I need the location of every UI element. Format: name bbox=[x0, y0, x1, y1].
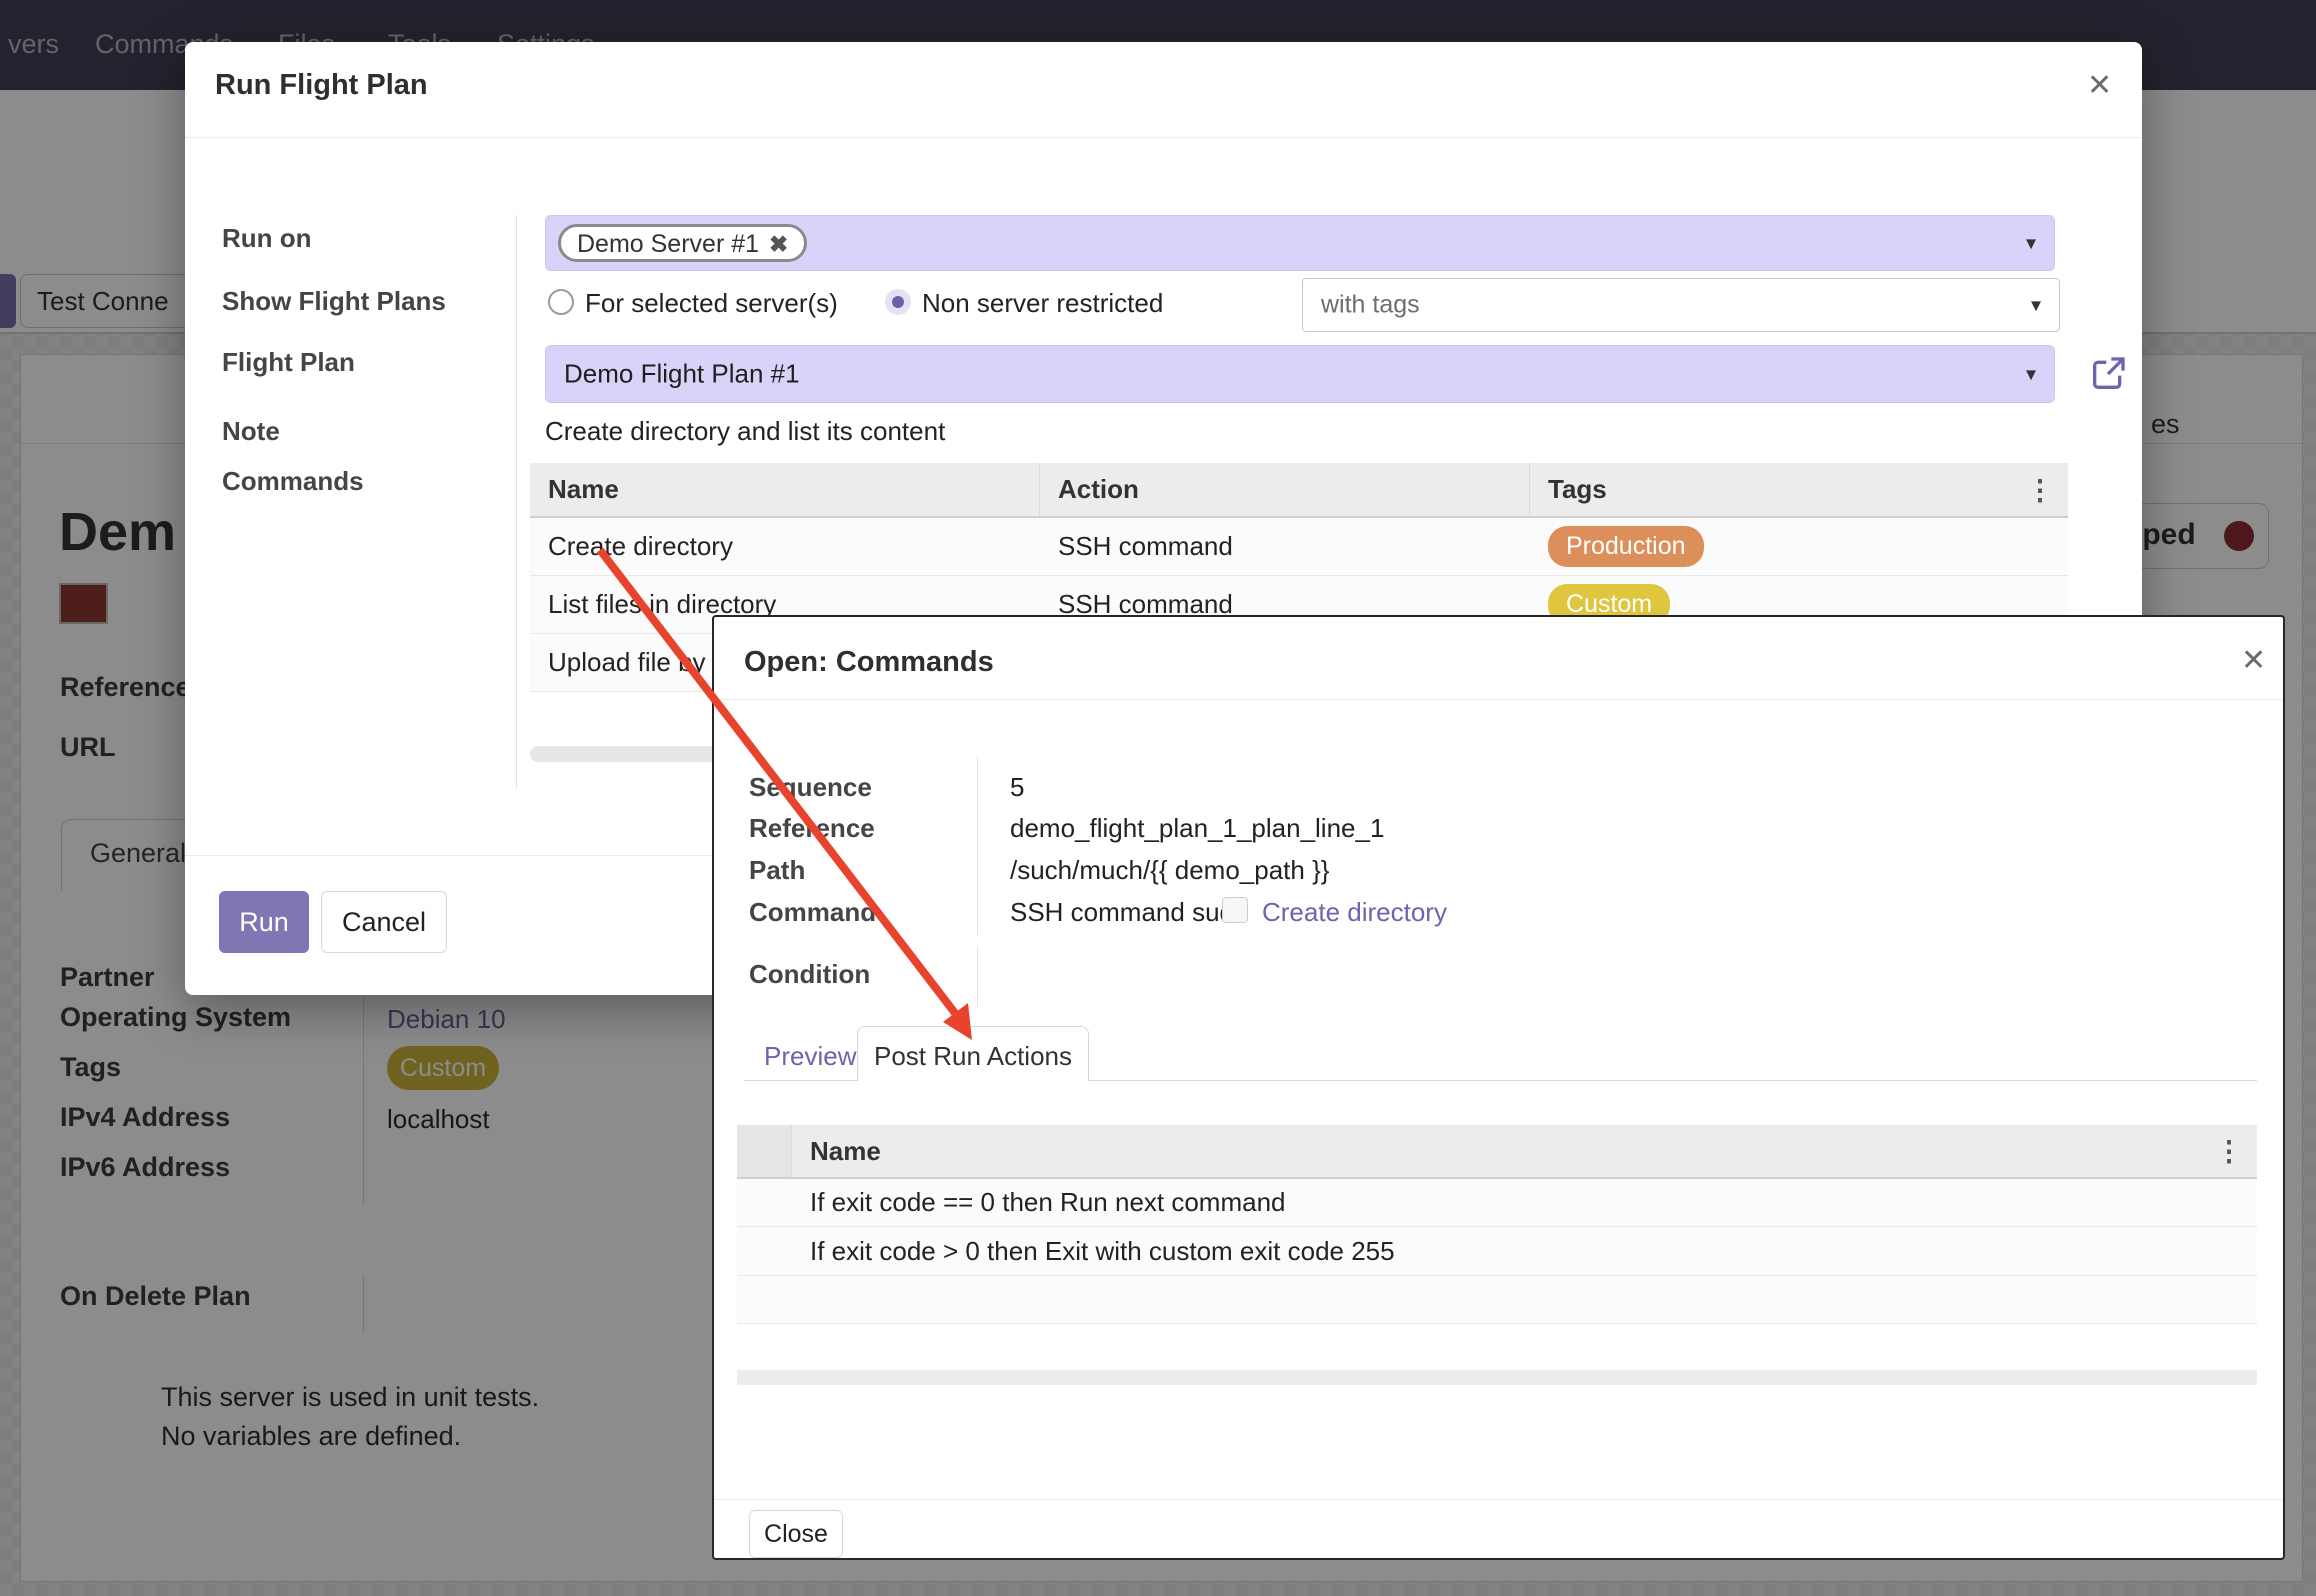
chip-remove-icon[interactable]: ✖ bbox=[769, 231, 788, 257]
path-value: /such/much/{{ demo_path }} bbox=[1010, 855, 1329, 886]
run-modal-title: Run Flight Plan bbox=[215, 69, 428, 102]
row-handle bbox=[737, 1276, 792, 1323]
cmd-modal-footer-divider bbox=[714, 1499, 2283, 1500]
command-row-name: Create directory bbox=[530, 518, 1040, 575]
command-label: Command bbox=[749, 897, 876, 928]
table-options-kebab-icon[interactable]: ⋮ bbox=[2215, 1135, 2243, 1168]
show-flight-plans-label: Show Flight Plans bbox=[222, 286, 446, 317]
commands-label: Commands bbox=[222, 466, 364, 497]
run-button[interactable]: Run bbox=[219, 891, 309, 953]
command-row-action: SSH command bbox=[1040, 518, 1530, 575]
command-value: SSH command sudo bbox=[1010, 897, 1248, 928]
sudo-checkbox[interactable] bbox=[1222, 897, 1248, 923]
col-header-name[interactable]: Name bbox=[530, 463, 1040, 516]
with-tags-value: with tags bbox=[1321, 291, 1420, 320]
cmd-modal-title: Open: Commands bbox=[744, 646, 994, 679]
command-row-tag: Production bbox=[1530, 518, 2068, 575]
row-handle[interactable] bbox=[737, 1179, 792, 1226]
radio-for-selected-servers[interactable] bbox=[548, 289, 574, 315]
open-commands-modal: Open: Commands ✕ Sequence Reference Path… bbox=[712, 615, 2285, 1560]
cmd-reference-value: demo_flight_plan_1_plan_line_1 bbox=[1010, 813, 1384, 844]
commands-table-header: Name Action Tags ⋮ bbox=[530, 463, 2068, 518]
horizontal-scrollbar[interactable] bbox=[737, 1370, 2257, 1385]
close-button[interactable]: Close bbox=[749, 1510, 843, 1558]
chevron-down-icon: ▾ bbox=[2031, 293, 2041, 318]
external-link-icon[interactable] bbox=[2088, 354, 2128, 394]
note-value: Create directory and list its content bbox=[545, 416, 945, 447]
cmd-label-divider-2 bbox=[977, 947, 978, 1007]
tab-post-run-actions[interactable]: Post Run Actions bbox=[857, 1026, 1089, 1081]
tab-preview[interactable]: Preview bbox=[764, 1041, 856, 1072]
run-on-select[interactable]: Demo Server #1 ✖ ▾ bbox=[545, 215, 2055, 271]
cmd-label-divider bbox=[977, 757, 978, 935]
col-header-action[interactable]: Action bbox=[1040, 463, 1530, 516]
post-run-row-1[interactable]: If exit code == 0 then Run next command bbox=[737, 1179, 2257, 1227]
path-label: Path bbox=[749, 855, 805, 886]
run-modal-header-divider bbox=[185, 137, 2142, 138]
post-run-row-name: If exit code == 0 then Run next command bbox=[792, 1179, 2257, 1226]
cmd-reference-label: Reference bbox=[749, 813, 875, 844]
handle-column-header bbox=[737, 1125, 792, 1177]
row-handle[interactable] bbox=[737, 1227, 792, 1275]
radio-non-server-restricted-label[interactable]: Non server restricted bbox=[922, 288, 1163, 319]
col-header-name[interactable]: Name ⋮ bbox=[792, 1125, 2257, 1177]
server-chip-label: Demo Server #1 bbox=[577, 230, 759, 258]
command-row-1[interactable]: Create directory SSH command Production bbox=[530, 518, 2068, 576]
table-options-kebab-icon[interactable]: ⋮ bbox=[2026, 473, 2054, 506]
col-header-name-label: Name bbox=[810, 1136, 881, 1167]
condition-label: Condition bbox=[749, 959, 870, 990]
sequence-label: Sequence bbox=[749, 772, 872, 803]
chevron-down-icon: ▾ bbox=[2026, 362, 2036, 387]
run-on-label: Run on bbox=[222, 223, 312, 254]
flight-plan-value: Demo Flight Plan #1 bbox=[564, 359, 800, 390]
cmd-modal-close-icon[interactable]: ✕ bbox=[2241, 643, 2266, 678]
radio-non-server-restricted[interactable] bbox=[885, 289, 911, 315]
with-tags-select[interactable]: with tags ▾ bbox=[1302, 278, 2060, 332]
post-run-table-header: Name ⋮ bbox=[737, 1125, 2257, 1179]
post-run-actions-table: Name ⋮ If exit code == 0 then Run next co… bbox=[737, 1125, 2257, 1324]
chevron-down-icon: ▾ bbox=[2026, 231, 2036, 256]
col-header-tags-label: Tags bbox=[1548, 474, 1607, 505]
col-header-tags[interactable]: Tags ⋮ bbox=[1530, 463, 2068, 516]
flight-plan-select[interactable]: Demo Flight Plan #1 ▾ bbox=[545, 345, 2055, 403]
cancel-button[interactable]: Cancel bbox=[321, 891, 447, 953]
command-link[interactable]: Create directory bbox=[1262, 897, 1447, 928]
run-modal-close-icon[interactable]: ✕ bbox=[2087, 68, 2112, 103]
sequence-value: 5 bbox=[1010, 772, 1024, 803]
note-label: Note bbox=[222, 416, 280, 447]
modal-label-divider bbox=[516, 215, 517, 788]
server-chip[interactable]: Demo Server #1 ✖ bbox=[558, 224, 807, 262]
radio-for-selected-servers-label[interactable]: For selected server(s) bbox=[585, 288, 838, 319]
post-run-row-name: If exit code > 0 then Exit with custom e… bbox=[792, 1227, 2257, 1275]
flight-plan-label: Flight Plan bbox=[222, 347, 355, 378]
post-run-row-name bbox=[792, 1276, 2257, 1323]
post-run-row-empty[interactable] bbox=[737, 1276, 2257, 1324]
tag-production-badge: Production bbox=[1548, 526, 1704, 567]
cmd-modal-header-divider bbox=[714, 699, 2283, 700]
tab-post-run-actions-label: Post Run Actions bbox=[858, 1041, 1088, 1072]
post-run-row-2[interactable]: If exit code > 0 then Exit with custom e… bbox=[737, 1227, 2257, 1276]
